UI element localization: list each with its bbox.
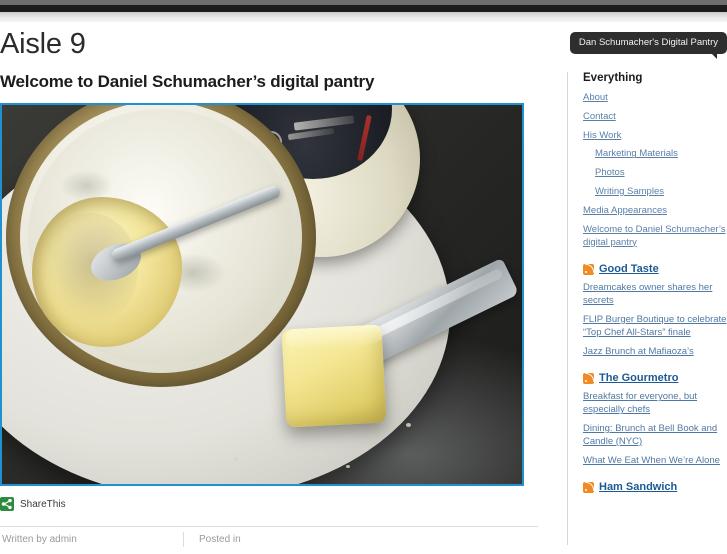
feed-item-link[interactable]: FLIP Burger Boutique to celebrate “Top C… <box>583 314 727 340</box>
sharethis-icon <box>0 497 14 511</box>
feed-item-link[interactable]: Dining: Brunch at Bell Book and Candle (… <box>583 423 727 449</box>
sharethis-button[interactable]: ShareThis <box>0 497 538 511</box>
feed-name[interactable]: The Gourmetro <box>599 372 678 384</box>
sidebar-feed-block: The Gourmetro Breakfast for everyone, but… <box>583 372 727 467</box>
photo-crumb <box>406 423 411 427</box>
sidebar-nav-item[interactable]: Writing Samples <box>583 186 727 199</box>
photo-crumb <box>320 453 325 457</box>
sharethis-label: ShareThis <box>20 498 66 510</box>
feed-item-link[interactable]: Breakfast for everyone, but especially c… <box>583 391 727 417</box>
post-category-meta: Posted in <box>199 534 241 545</box>
post-meta-bar: Written by admin Posted in <box>0 526 538 554</box>
sidebar-nav-item[interactable]: Marketing Materials <box>583 148 727 161</box>
rss-icon[interactable] <box>583 263 594 275</box>
feed-item-link[interactable]: What We Eat When We’re Alone <box>583 455 727 468</box>
sidebar-feed-block: Ham Sandwich <box>583 481 727 493</box>
sidebar-nav-item[interactable]: His Work <box>583 130 727 143</box>
browser-chrome-dark-bar <box>0 5 727 12</box>
feed-name[interactable]: Good Taste <box>599 263 659 275</box>
photo-crumb <box>346 465 350 468</box>
sidebar-feed-list: Good Taste Dreamcakes owner shares her se… <box>583 263 727 493</box>
sidebar-nav-item[interactable]: Photos <box>583 167 727 180</box>
sidebar-nav-list: About Contact His Work Marketing Materials P… <box>583 92 727 249</box>
sidebar-feed-block: Good Taste Dreamcakes owner shares her se… <box>583 263 727 358</box>
site-title[interactable]: Aisle 9 <box>0 28 86 61</box>
sidebar: Everything About Contact His Work Marketing… <box>583 72 727 545</box>
main-content-column: Welcome to Daniel Schumacher’s digital p… <box>0 72 556 547</box>
feed-title-row[interactable]: The Gourmetro <box>583 372 727 384</box>
food-photograph <box>2 105 522 484</box>
rss-icon[interactable] <box>583 372 594 384</box>
sidebar-nav-item[interactable]: Media Appearances <box>583 205 727 218</box>
feed-title-row[interactable]: Good Taste <box>583 263 727 275</box>
browser-chrome-gradient <box>0 12 727 22</box>
sidebar-heading: Everything <box>583 72 643 84</box>
feed-name[interactable]: Ham Sandwich <box>599 481 677 493</box>
rss-icon[interactable] <box>583 481 594 493</box>
photo-crumb <box>234 457 238 461</box>
post-author-meta: Written by admin <box>2 534 77 545</box>
site-tagline-badge: Dan Schumacher's Digital Pantry <box>569 32 727 58</box>
post-featured-image[interactable] <box>0 103 524 486</box>
feed-title-row[interactable]: Ham Sandwich <box>583 481 727 493</box>
sidebar-nav-item[interactable]: Contact <box>583 111 727 124</box>
sidebar-nav-item[interactable]: Welcome to Daniel Schumacher’s digital p… <box>583 224 727 250</box>
feed-item-link[interactable]: Dreamcakes owner shares her secrets <box>583 282 727 308</box>
page-body: Aisle 9 Dan Schumacher's Digital Pantry … <box>0 22 727 547</box>
site-header: Aisle 9 Dan Schumacher's Digital Pantry <box>0 22 727 72</box>
sidebar-nav-item[interactable]: About <box>583 92 727 105</box>
post-title: Welcome to Daniel Schumacher’s digital p… <box>0 72 375 91</box>
feed-item-link[interactable]: Jazz Brunch at Mafiaoza’s <box>583 346 727 359</box>
column-divider <box>567 72 568 545</box>
